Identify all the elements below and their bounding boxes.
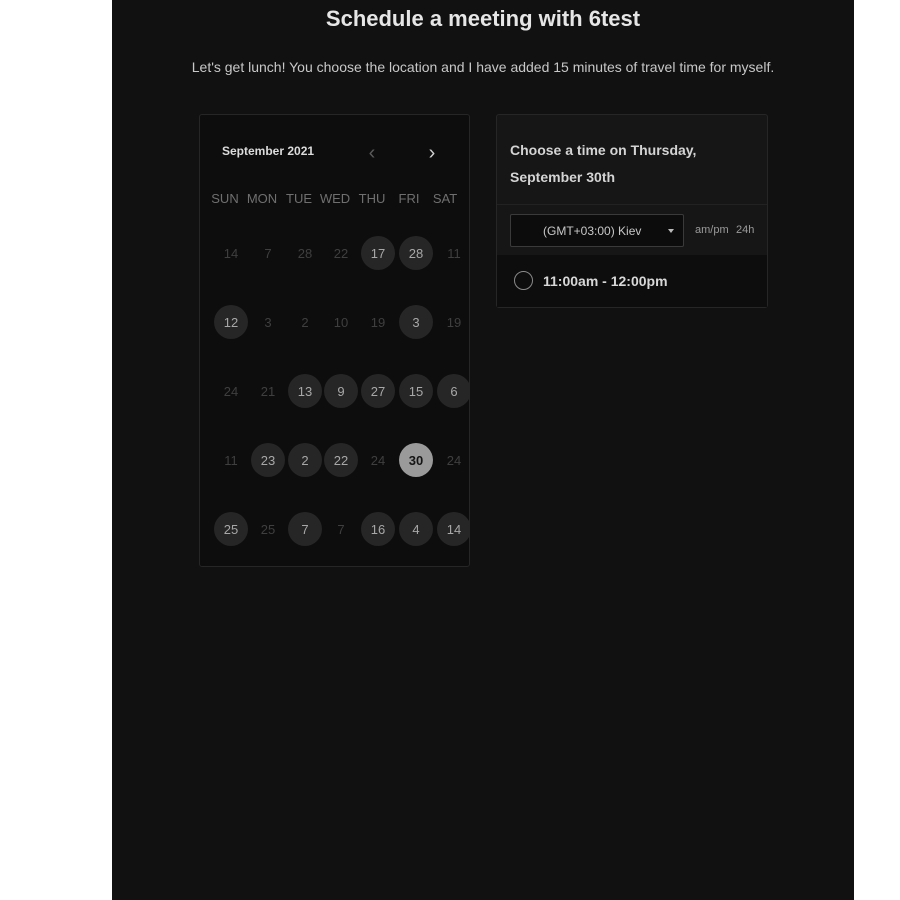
- weekday-label: WED: [319, 191, 351, 206]
- calendar-day-available[interactable]: 28: [399, 236, 433, 270]
- calendar-day: 19: [446, 314, 462, 330]
- calendar-day-available[interactable]: 13: [288, 374, 322, 408]
- weekday-label: MON: [246, 191, 278, 206]
- calendar-day-available[interactable]: 6: [437, 374, 469, 408]
- time-picker-heading: Choose a time on Thursday, September 30t…: [510, 142, 697, 185]
- calendar-day-available[interactable]: 3: [399, 305, 433, 339]
- time-slot-label: 11:00am - 12:00pm: [543, 273, 668, 289]
- calendar-day: 19: [370, 314, 386, 330]
- divider: [497, 204, 767, 205]
- weekday-label: TUE: [286, 191, 312, 206]
- timezone-label: (GMT+03:00) Kiev: [543, 224, 642, 238]
- caret-down-icon: [668, 229, 674, 233]
- weekday-label: SAT: [432, 191, 458, 206]
- calendar-day: 11: [447, 245, 461, 261]
- calendar-day: 22: [333, 245, 349, 261]
- calendar-day-available[interactable]: 23: [251, 443, 285, 477]
- weekday-label: SUN: [211, 191, 239, 206]
- calendar-day: 24: [370, 452, 386, 468]
- page-subtitle: Let's get lunch! You choose the location…: [191, 59, 775, 75]
- page-title: Schedule a meeting with 6test: [325, 6, 641, 31]
- calendar-day-available[interactable]: 2: [288, 443, 322, 477]
- chevron-left-icon[interactable]: ‹: [362, 143, 382, 166]
- format-ampm-toggle[interactable]: am/pm: [695, 224, 729, 236]
- radio-icon[interactable]: [514, 271, 533, 290]
- calendar-day: 25: [260, 521, 276, 537]
- calendar-day-available[interactable]: 27: [361, 374, 395, 408]
- calendar-day: 21: [260, 383, 276, 399]
- calendar-day-available[interactable]: 7: [288, 512, 322, 546]
- calendar-day-available[interactable]: 25: [214, 512, 248, 546]
- calendar-day: 2: [301, 314, 309, 330]
- calendar-day-available[interactable]: 12: [214, 305, 248, 339]
- calendar: September 2021 ‹ › SUN MON TUE WED THU F…: [199, 114, 470, 567]
- calendar-day-available[interactable]: 16: [361, 512, 395, 546]
- timezone-select[interactable]: (GMT+03:00) Kiev: [510, 214, 684, 247]
- weekday-label: FRI: [398, 191, 420, 206]
- weekday-header: SUN MON TUE WED THU FRI SAT: [200, 191, 469, 211]
- calendar-day-selected[interactable]: 30: [399, 443, 433, 477]
- calendar-day-available[interactable]: 4: [399, 512, 433, 546]
- calendar-day: 24: [223, 383, 239, 399]
- time-slot[interactable]: 11:00am - 12:00pm: [497, 255, 767, 307]
- calendar-day-available[interactable]: 14: [437, 512, 469, 546]
- calendar-day-available[interactable]: 17: [361, 236, 395, 270]
- format-24h-toggle[interactable]: 24h: [736, 224, 754, 236]
- calendar-day: 7: [337, 521, 345, 537]
- time-picker: Choose a time on Thursday, September 30t…: [496, 114, 768, 308]
- calendar-day: 10: [333, 314, 349, 330]
- calendar-day: 28: [297, 245, 313, 261]
- calendar-day-available[interactable]: 9: [324, 374, 358, 408]
- scheduling-panel: Schedule a meeting with 6test Let's get …: [112, 0, 854, 900]
- chevron-right-icon[interactable]: ›: [422, 143, 442, 166]
- calendar-day: 24: [446, 452, 462, 468]
- calendar-day-available[interactable]: 15: [399, 374, 433, 408]
- calendar-day: 11: [224, 452, 238, 468]
- calendar-day: 7: [264, 245, 272, 261]
- calendar-day: 3: [264, 314, 272, 330]
- calendar-day: 14: [223, 245, 239, 261]
- weekday-label: THU: [358, 191, 386, 206]
- calendar-day-available[interactable]: 22: [324, 443, 358, 477]
- calendar-month-label: September 2021: [222, 144, 315, 158]
